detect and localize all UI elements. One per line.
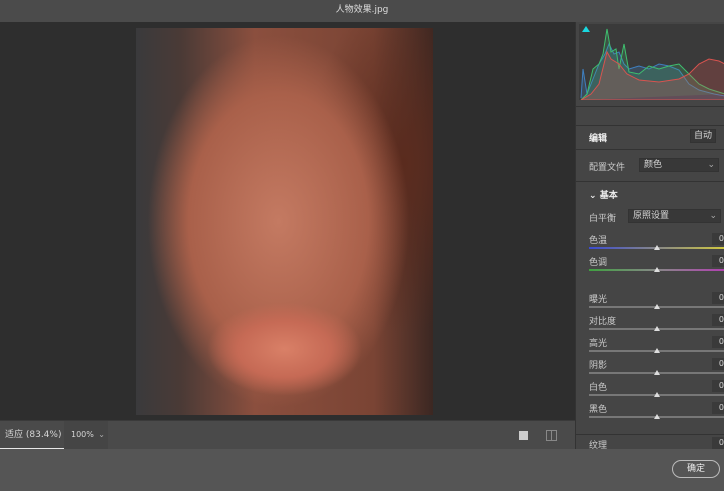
slider-label: 曝光 [589,295,608,305]
white-balance-value: 原照设置 [633,211,670,221]
slider-label: 高光 [589,339,608,349]
profile-select[interactable]: 颜色 ⌄ [639,158,719,172]
fit-zoom-button[interactable]: 适应 (83.4%) [0,421,64,450]
slider-value[interactable]: 0 [712,233,724,245]
dialog-footer [0,449,724,491]
slider-value[interactable]: 0 [712,358,724,370]
slider-thumb[interactable] [654,267,660,272]
slider-thumb[interactable] [654,370,660,375]
window-title: 人物效果.jpg [0,0,724,22]
preview-toolbar: 适应 (83.4%) 100% ⌄ [0,420,575,450]
slider-label: 阴影 [589,361,608,371]
slider-label: 黑色 [589,405,608,415]
slider-thumb[interactable] [654,304,660,309]
profile-value: 颜色 [644,160,663,170]
profile-label: 配置文件 [589,163,626,173]
slider-thumb[interactable] [654,326,660,331]
slider-thumb[interactable] [654,245,660,250]
zoom-value: 100% [71,430,94,439]
chevron-down-icon: ⌄ [707,160,715,170]
white-balance-select[interactable]: 原照设置 ⌄ [628,209,721,223]
slider-label: 白色 [589,383,608,393]
slider-thumb[interactable] [654,348,660,353]
edit-panel: 编辑 自动 配置文件 颜色 ⌄ ⌄ 基本 白平衡 原照设置 ⌄ 色温 0 色调 0 … [575,22,724,451]
histogram [579,24,724,101]
slider-value[interactable]: 0 [712,402,724,414]
slider-value[interactable]: 0 [712,314,724,326]
slider-label: 色调 [589,258,608,268]
slider-thumb[interactable] [654,392,660,397]
single-view-icon[interactable] [519,431,528,440]
texture-label: 纹理 [589,441,608,451]
slider-value[interactable]: 0 [712,380,724,392]
basic-section-header[interactable]: ⌄ 基本 [589,188,618,201]
slider-value[interactable]: 0 [712,336,724,348]
chevron-down-icon: ⌄ [709,211,717,221]
slider-value[interactable]: 0 [712,255,724,267]
slider-label: 色温 [589,236,608,246]
clipping-warning-icon[interactable] [582,26,590,32]
white-balance-label: 白平衡 [589,214,617,224]
portrait-photo [136,28,433,415]
slider-label: 对比度 [589,317,617,327]
chevron-down-icon: ⌄ [589,191,597,201]
chevron-down-icon: ⌄ [98,430,105,439]
zoom-level-select[interactable]: 100% ⌄ [64,421,108,450]
slider-thumb[interactable] [654,414,660,419]
basic-title: 基本 [599,191,618,201]
preview-canvas[interactable] [0,22,575,420]
texture-value[interactable]: 0 [712,437,724,449]
edit-section-title: 编辑 [589,134,608,144]
histogram-graph [580,26,724,101]
ok-button[interactable]: 确定 [672,460,720,478]
auto-button[interactable]: 自动 [690,129,716,143]
slider-value[interactable]: 0 [712,292,724,304]
before-after-icon[interactable] [546,430,557,441]
